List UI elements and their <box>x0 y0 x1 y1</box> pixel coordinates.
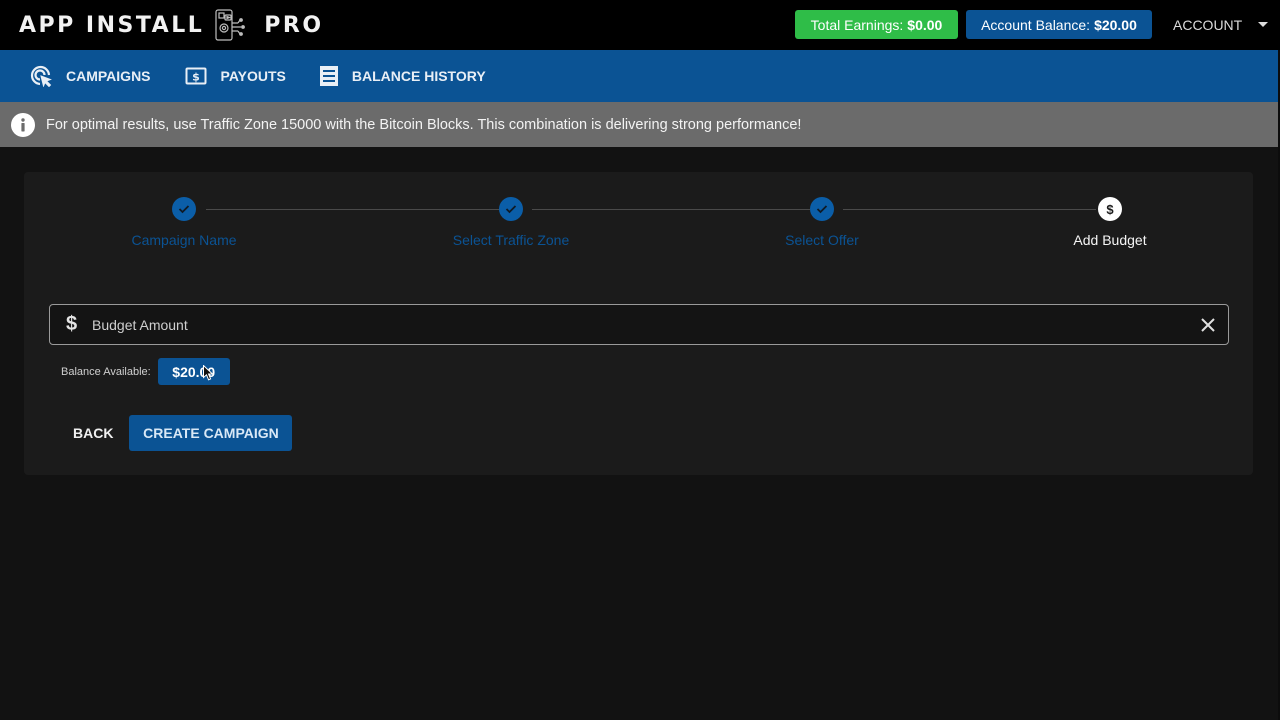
svg-text:$: $ <box>192 71 200 84</box>
step-select-traffic-zone[interactable]: Select Traffic Zone <box>411 197 611 248</box>
step-complete-icon <box>172 197 196 221</box>
dollar-icon: $ <box>1106 201 1114 217</box>
step-active-icon: $ <box>1098 197 1122 221</box>
budget-amount-field: $ <box>49 304 1229 345</box>
nav-item-balance-history[interactable]: BALANCE HISTORY <box>319 50 486 102</box>
nav-item-payouts[interactable]: $ PAYOUTS <box>185 50 286 102</box>
nav-label: BALANCE HISTORY <box>351 68 486 84</box>
nav-label: PAYOUTS <box>220 68 286 84</box>
balance-available-chip[interactable]: $20.00 <box>157 358 230 385</box>
step-select-offer[interactable]: Select Offer <box>722 197 922 248</box>
step-add-budget[interactable]: $ Add Budget <box>1010 197 1210 248</box>
phone-gear-network-icon <box>215 9 246 41</box>
dollar-bill-icon: $ <box>185 67 207 85</box>
nav-label: CAMPAIGNS <box>66 68 151 84</box>
header-right: Total Earnings: $0.00 Account Balance: $… <box>795 10 1280 39</box>
step-label: Select Traffic Zone <box>452 232 570 248</box>
logo-text-left: APP INSTALL <box>19 12 205 38</box>
create-campaign-button[interactable]: CREATE CAMPAIGN <box>129 415 293 451</box>
account-menu-button[interactable]: ACCOUNT <box>1165 10 1280 39</box>
total-earnings-label: Total Earnings: <box>810 16 904 33</box>
account-balance-badge: Account Balance: $20.00 <box>966 10 1152 39</box>
check-icon <box>505 205 517 214</box>
back-button[interactable]: BACK <box>61 415 125 451</box>
balance-available-row: Balance Available: $20.00 <box>61 358 230 385</box>
step-label: Campaign Name <box>131 232 237 248</box>
close-icon <box>1201 317 1215 332</box>
check-icon <box>178 205 190 214</box>
account-menu-label: ACCOUNT <box>1173 16 1243 33</box>
clear-budget-button[interactable] <box>1188 305 1228 345</box>
budget-amount-input[interactable] <box>92 305 1188 344</box>
info-alert: For optimal results, use Traffic Zone 15… <box>0 102 1278 147</box>
nav-item-campaigns[interactable]: CAMPAIGNS <box>30 50 151 102</box>
alert-message: For optimal results, use Traffic Zone 15… <box>46 116 802 133</box>
total-earnings-badge: Total Earnings: $0.00 <box>795 10 958 39</box>
main-nav: CAMPAIGNS $ PAYOUTS BALANCE HISTORY <box>0 50 1278 102</box>
wizard-stepper: Campaign Name Select Traffic Zone Select… <box>24 172 1253 272</box>
mouse-pointer-icon <box>202 365 214 381</box>
logo-text-right: PRO <box>264 12 324 38</box>
check-icon <box>816 205 828 214</box>
caret-down-icon <box>1258 22 1269 27</box>
wizard-actions: BACK CREATE CAMPAIGN <box>61 415 293 451</box>
step-complete-icon <box>810 197 834 221</box>
account-balance-value: $20.00 <box>1094 16 1137 33</box>
receipt-icon <box>319 66 338 86</box>
step-complete-icon <box>499 197 523 221</box>
dollar-prefix-icon: $ <box>66 313 78 335</box>
info-icon <box>11 112 35 137</box>
balance-available-label: Balance Available: <box>61 365 151 378</box>
step-campaign-name[interactable]: Campaign Name <box>84 197 284 248</box>
campaign-wizard-card: Campaign Name Select Traffic Zone Select… <box>24 172 1253 475</box>
cursor-click-icon <box>30 65 52 87</box>
step-label: Add Budget <box>1073 232 1147 248</box>
app-logo[interactable]: APP INSTALL PRO <box>19 8 324 42</box>
step-label: Select Offer <box>785 232 859 248</box>
account-balance-label: Account Balance: <box>981 16 1091 33</box>
top-header: APP INSTALL PRO Total Earnings: $0.00 Ac… <box>0 0 1280 50</box>
total-earnings-value: $0.00 <box>907 16 943 33</box>
